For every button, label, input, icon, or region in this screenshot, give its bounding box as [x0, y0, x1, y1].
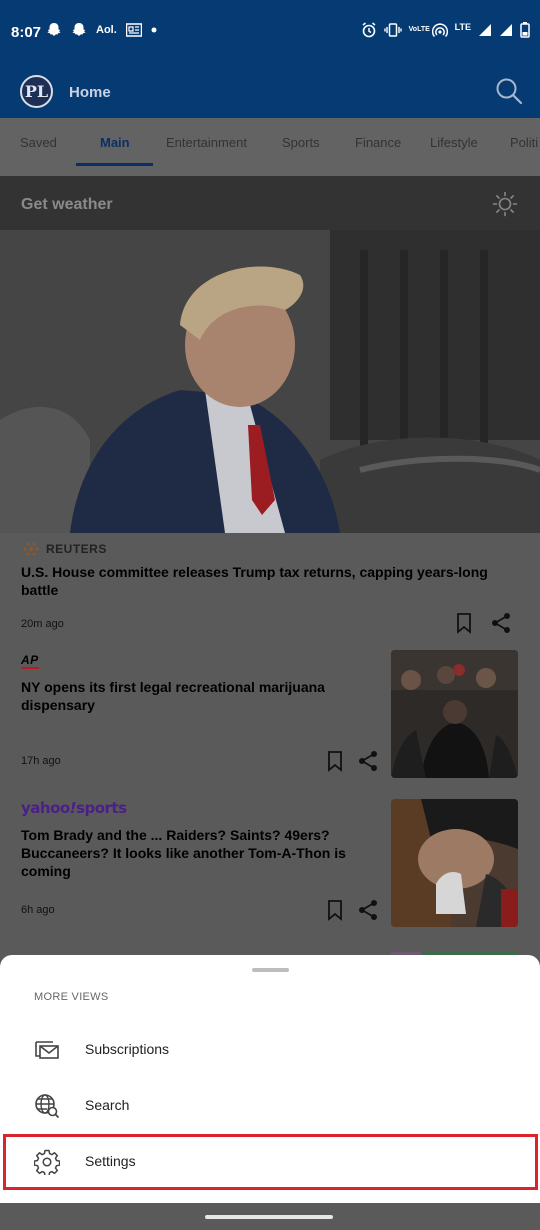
news-icon — [125, 23, 142, 37]
headline-line: Tom Brady and the ... Raiders? Saints? 4… — [21, 827, 330, 843]
reuters-logo-icon — [23, 542, 39, 556]
sun-icon — [492, 191, 518, 217]
search-icon[interactable] — [494, 76, 524, 106]
weather-label: Get weather — [21, 196, 113, 213]
tab-sports[interactable]: Sports — [282, 118, 320, 176]
snapchat-icon — [47, 23, 61, 36]
next-article-thumbnail — [391, 947, 518, 960]
article-source: AP — [21, 653, 39, 669]
next-article-source — [21, 948, 91, 961]
article-time: 17h ago — [21, 755, 61, 767]
share-icon[interactable] — [357, 750, 379, 772]
category-tabs: Saved Main Entertainment Sports Finance … — [0, 118, 540, 176]
battery-icon — [520, 22, 530, 38]
weather-bar[interactable]: Get weather — [0, 176, 540, 230]
share-icon[interactable] — [490, 612, 512, 634]
search-menu-item[interactable]: Search — [0, 1078, 540, 1134]
article-headline[interactable]: U.S. House committee releases Trump tax … — [21, 563, 521, 599]
article-time: 20m ago — [21, 618, 64, 630]
sheet-item-label: Search — [85, 1097, 130, 1113]
system-nav-bar — [0, 1203, 540, 1230]
hero-image[interactable] — [0, 230, 540, 533]
tab-entertainment[interactable]: Entertainment — [166, 118, 247, 176]
headline-line: U.S. House committee releases Trump tax … — [21, 564, 488, 580]
status-right-icons: VoLTE LTE — [361, 22, 530, 38]
headline-line: NY opens its first legal recreational ma… — [21, 679, 325, 695]
article-thumbnail[interactable] — [391, 650, 518, 778]
sheet-item-label: Subscriptions — [85, 1041, 170, 1057]
headline-line: coming — [21, 863, 71, 879]
headline-line: dispensary — [21, 697, 95, 713]
source-name: REUTERS — [46, 542, 107, 556]
aol-icon: Aol. — [96, 24, 117, 36]
home-gesture-pill[interactable] — [205, 1215, 333, 1219]
headline-line: battle — [21, 582, 59, 598]
lte-label: LTE — [454, 22, 471, 32]
bookmark-icon[interactable] — [453, 612, 475, 634]
globe-search-icon — [35, 1094, 60, 1119]
alarm-icon — [362, 22, 376, 38]
snapchat-icon — [72, 23, 86, 36]
signal-icon — [479, 24, 491, 36]
sheet-drag-handle[interactable] — [252, 968, 289, 972]
share-icon[interactable] — [357, 899, 379, 921]
article-headline[interactable]: Tom Brady and the ... Raiders? Saints? 4… — [21, 826, 371, 880]
avatar[interactable]: PL — [20, 75, 53, 108]
subscriptions-icon — [35, 1041, 59, 1059]
settings-highlight-box — [3, 1134, 538, 1190]
article-source: yahoo!sports — [21, 799, 127, 817]
source-name: AP — [21, 653, 39, 669]
tab-main[interactable]: Main — [100, 118, 130, 176]
article-time: 6h ago — [21, 904, 55, 916]
page-title: Home — [69, 84, 111, 101]
tab-saved[interactable]: Saved — [20, 118, 57, 176]
status-bar: 8:07 Aol. VoLTE LTE — [0, 0, 540, 64]
sheet-heading: MORE VIEWS — [34, 991, 109, 1003]
source-name-prefix: yahoo — [21, 799, 70, 817]
tab-lifestyle[interactable]: Lifestyle — [430, 118, 478, 176]
bookmark-icon[interactable] — [324, 750, 346, 772]
volte-icon: VoLTE — [408, 26, 430, 33]
tab-politics[interactable]: Politi — [510, 118, 538, 176]
dot-icon — [151, 27, 157, 33]
source-name: yahoo!sports — [21, 799, 127, 817]
status-left-icons: Aol. — [46, 22, 157, 38]
news-feed: REUTERS U.S. House committee releases Tr… — [0, 533, 540, 961]
subscriptions-menu-item[interactable]: Subscriptions — [0, 1022, 540, 1078]
article-source: REUTERS — [21, 541, 107, 557]
article-thumbnail[interactable] — [391, 799, 518, 927]
active-tab-indicator — [76, 163, 153, 166]
tab-finance[interactable]: Finance — [355, 118, 401, 176]
more-views-sheet: MORE VIEWS Subscriptions Search Settings — [0, 955, 540, 1203]
source-name-suffix: sports — [76, 799, 127, 817]
hotspot-icon — [431, 23, 448, 37]
signal-icon — [500, 24, 512, 36]
bookmark-icon[interactable] — [324, 899, 346, 921]
status-time: 8:07 — [11, 24, 42, 41]
article-headline[interactable]: NY opens its first legal recreational ma… — [21, 678, 371, 714]
headline-line: Buccaneers? It looks like another Tom-A-… — [21, 845, 346, 861]
app-header: PL Home — [0, 64, 540, 118]
vibrate-icon — [383, 23, 402, 37]
avatar-initials: PL — [24, 82, 49, 101]
